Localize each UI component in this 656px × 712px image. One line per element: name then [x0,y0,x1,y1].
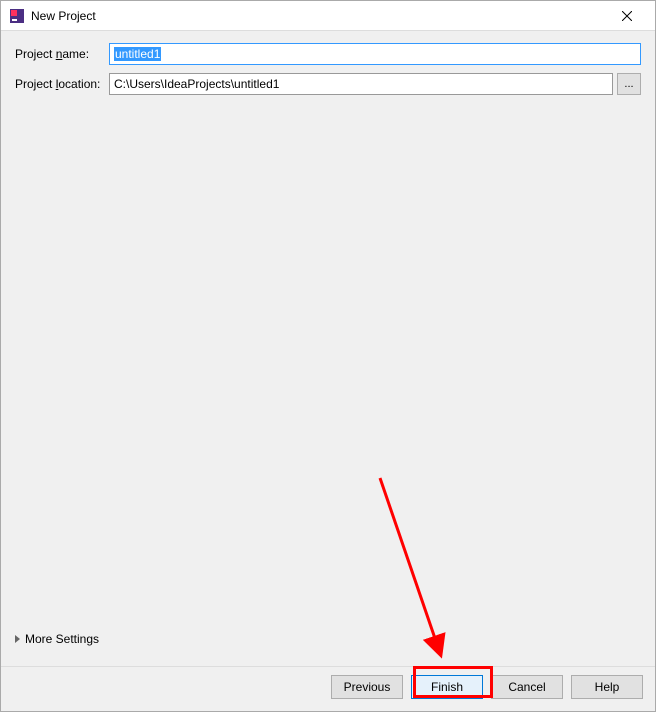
chevron-right-icon [15,635,20,643]
project-location-row: Project location: ... [15,73,641,95]
finish-button[interactable]: Finish [411,675,483,699]
more-settings-label: More Settings [25,632,99,646]
project-name-label: Project name: [15,47,109,61]
new-project-dialog: New Project Project name: untitled1 Proj… [0,0,656,712]
previous-button[interactable]: Previous [331,675,403,699]
dialog-content: Project name: untitled1 Project location… [1,31,655,666]
ellipsis-icon: ... [624,78,633,90]
close-icon [622,11,632,21]
project-name-input[interactable]: untitled1 [109,43,641,65]
titlebar-title: New Project [31,9,607,23]
browse-location-button[interactable]: ... [617,73,641,95]
titlebar: New Project [1,1,655,31]
project-location-input[interactable] [109,73,613,95]
help-button[interactable]: Help [571,675,643,699]
cancel-button[interactable]: Cancel [491,675,563,699]
content-spacer [15,103,641,630]
close-button[interactable] [607,2,647,30]
more-settings-toggle[interactable]: More Settings [15,630,641,648]
project-name-row: Project name: untitled1 [15,43,641,65]
project-location-label: Project location: [15,77,109,91]
project-name-value: untitled1 [114,47,161,61]
intellij-icon [9,8,25,24]
button-bar: Previous Finish Cancel Help [1,666,655,711]
